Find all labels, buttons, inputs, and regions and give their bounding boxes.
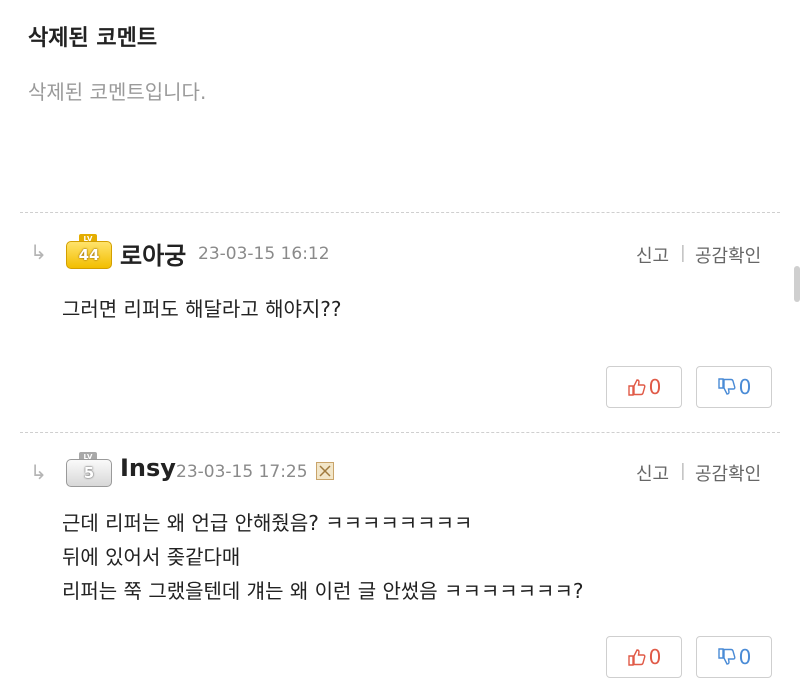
like-check-link[interactable]: 공감확인 (695, 460, 761, 486)
deleted-comment-body: 삭제된 코멘트입니다. (28, 80, 207, 104)
level-badge-number: 44 (66, 241, 112, 269)
comment-text: 근데 리퍼는 왜 언급 안해줬음? ㅋㅋㅋㅋㅋㅋㅋㅋ 뒤에 있어서 좆같다매 리… (62, 506, 583, 608)
comment-divider (20, 212, 780, 213)
comment-date: 23-03-15 17:25 (176, 462, 308, 482)
reply-arrow-icon: ↳ (30, 460, 47, 484)
comment-author[interactable]: 로아궁 (120, 236, 186, 271)
upvote-button[interactable]: 0 (606, 636, 682, 678)
downvote-button[interactable]: 0 (696, 636, 772, 678)
scrollbar-thumb[interactable] (794, 266, 800, 302)
comment-divider (20, 432, 780, 433)
thumbs-up-icon (627, 649, 646, 666)
action-separator: | (680, 461, 686, 481)
comment-line: 근데 리퍼는 왜 언급 안해줬음? ㅋㅋㅋㅋㅋㅋㅋㅋ (62, 511, 473, 535)
thumbs-down-icon (717, 378, 736, 395)
broken-image-icon (319, 465, 331, 477)
upvote-count: 0 (648, 375, 662, 399)
action-separator: | (680, 243, 686, 263)
comment-line: 그러면 리퍼도 해달라고 해야지?? (62, 297, 342, 321)
thumbs-up-icon (627, 379, 646, 396)
level-badge-icon: LV 5 (64, 452, 112, 488)
comment-date: 23-03-15 16:12 (198, 244, 330, 264)
image-attachment-icon[interactable] (316, 462, 334, 480)
level-badge-icon: LV 44 (64, 234, 112, 270)
level-badge-number: 5 (66, 459, 112, 487)
downvote-button[interactable]: 0 (696, 366, 772, 408)
comment-text: 그러면 리퍼도 해달라고 해야지?? (62, 292, 342, 326)
comment-author[interactable]: Insy (120, 454, 176, 482)
deleted-comment-title: 삭제된 코멘트 (28, 26, 158, 51)
comment-line: 리퍼는 쭉 그랬을텐데 걔는 왜 이런 글 안썼음 ㅋㅋㅋㅋㅋㅋㅋ? (62, 579, 584, 603)
report-link[interactable]: 신고 (636, 460, 669, 486)
like-check-link[interactable]: 공감확인 (695, 242, 761, 268)
thumbs-down-icon (717, 648, 736, 665)
downvote-count: 0 (738, 375, 752, 399)
upvote-button[interactable]: 0 (606, 366, 682, 408)
upvote-count: 0 (648, 645, 662, 669)
report-link[interactable]: 신고 (636, 242, 669, 268)
reply-arrow-icon: ↳ (30, 240, 47, 264)
downvote-count: 0 (738, 645, 752, 669)
comment-line: 뒤에 있어서 좆같다매 (62, 545, 241, 569)
